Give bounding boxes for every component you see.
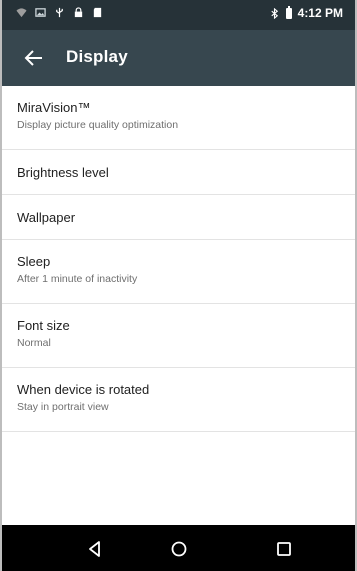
settings-list: MiraVision™ Display picture quality opti… (0, 86, 357, 432)
setting-summary: After 1 minute of inactivity (17, 273, 138, 285)
setting-brightness-level[interactable]: Brightness level (1, 150, 356, 195)
setting-title: Brightness level (17, 165, 109, 180)
home-circle-icon[interactable] (168, 538, 190, 560)
setting-wallpaper[interactable]: Wallpaper (1, 195, 356, 240)
page-title: Display (66, 47, 128, 66)
back-triangle-icon[interactable] (84, 538, 106, 560)
setting-miravision[interactable]: MiraVision™ Display picture quality opti… (1, 86, 356, 150)
recents-square-icon[interactable] (273, 538, 295, 560)
app-bar: Display (0, 30, 357, 86)
wifi-icon (16, 8, 27, 18)
setting-summary: Stay in portrait view (17, 401, 109, 413)
image-icon (35, 8, 46, 17)
navigation-bar (0, 525, 357, 571)
battery-icon (285, 5, 292, 19)
setting-title: Wallpaper (17, 210, 76, 225)
bluetooth-icon (271, 7, 278, 19)
setting-sleep[interactable]: Sleep After 1 minute of inactivity (1, 240, 356, 304)
setting-device-rotation[interactable]: When device is rotated Stay in portrait … (1, 368, 356, 432)
setting-title: MiraVision™ (17, 100, 91, 115)
status-bar: 4:12 PM (0, 0, 357, 30)
setting-title: Font size (17, 318, 70, 333)
back-arrow-icon[interactable] (22, 46, 46, 70)
status-notification-icons (16, 7, 103, 18)
status-system-icons: 4:12 PM (269, 5, 343, 20)
setting-title: When device is rotated (17, 382, 150, 397)
status-time: 4:12 PM (297, 6, 343, 20)
setting-summary: Normal (17, 337, 51, 349)
usb-icon (56, 7, 63, 18)
setting-font-size[interactable]: Font size Normal (1, 304, 356, 368)
lock-icon (74, 7, 83, 18)
setting-summary: Display picture quality optimization (17, 119, 179, 131)
sd-card-icon (93, 7, 102, 18)
setting-title: Sleep (17, 254, 51, 269)
